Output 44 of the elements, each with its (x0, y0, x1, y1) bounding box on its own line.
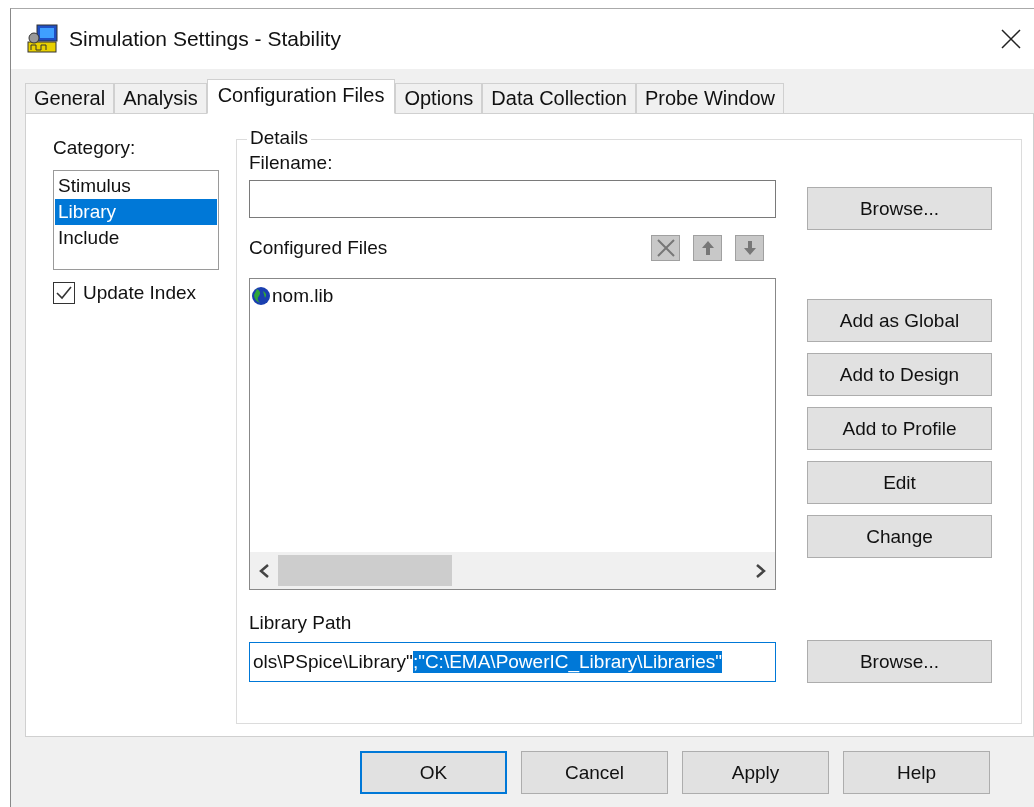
tab[interactable]: Options (395, 83, 483, 113)
dialog-button[interactable]: Apply (682, 751, 829, 794)
filename-field[interactable] (249, 180, 776, 218)
move-down-button[interactable] (735, 234, 764, 261)
delete-button[interactable] (651, 234, 680, 261)
arrow-down-icon (742, 238, 757, 257)
category-item[interactable]: Include (55, 225, 217, 251)
tab[interactable]: Probe Window (635, 83, 784, 113)
scroll-left-icon[interactable] (258, 562, 270, 579)
globe-icon (251, 286, 271, 306)
file-list[interactable]: nom.lib (249, 278, 776, 590)
tab[interactable]: Analysis (114, 83, 207, 113)
category-label: Category: (53, 137, 137, 159)
check-icon (55, 285, 73, 301)
action-button[interactable]: Change (807, 515, 992, 558)
dialog-button[interactable]: Help (843, 751, 990, 794)
horizontal-scrollbar[interactable] (250, 552, 775, 589)
action-button[interactable]: Add to Design (807, 353, 992, 396)
dialog-button[interactable]: Cancel (521, 751, 668, 794)
computer-icon (27, 24, 61, 54)
tab[interactable]: Configuration Files (206, 79, 396, 114)
x-icon (655, 238, 676, 257)
tab[interactable]: Data Collection (482, 83, 636, 113)
list-label: Configured Files (249, 236, 388, 259)
browse-button[interactable]: Browse... (807, 640, 992, 683)
browse-button[interactable]: Browse... (807, 187, 992, 230)
action-button[interactable]: Add as Global (807, 299, 992, 342)
checkbox[interactable] (53, 282, 75, 304)
close-icon[interactable] (1000, 28, 1022, 50)
category-list[interactable]: Stimulus Library Include (53, 170, 219, 270)
move-up-button[interactable] (693, 234, 722, 261)
action-button[interactable]: Add to Profile (807, 407, 992, 450)
file-name[interactable]: nom.lib (272, 285, 334, 307)
window-title: Simulation Settings - Stability (69, 27, 342, 51)
checkbox-label: Update Index (83, 282, 197, 304)
category-item[interactable]: Library (55, 199, 217, 225)
dialog-button[interactable]: OK (360, 751, 507, 794)
category-item[interactable]: Stimulus (55, 173, 217, 199)
action-button[interactable]: Edit (807, 461, 992, 504)
library-path-field[interactable]: ols\PSpice\Library";"C:\EMA\PowerIC_Library\Libraries" (249, 642, 776, 682)
tab[interactable]: General (25, 83, 115, 113)
scroll-right-icon[interactable] (755, 562, 767, 579)
field-label: Filename: (249, 152, 334, 174)
field-label: Library Path (249, 612, 353, 634)
